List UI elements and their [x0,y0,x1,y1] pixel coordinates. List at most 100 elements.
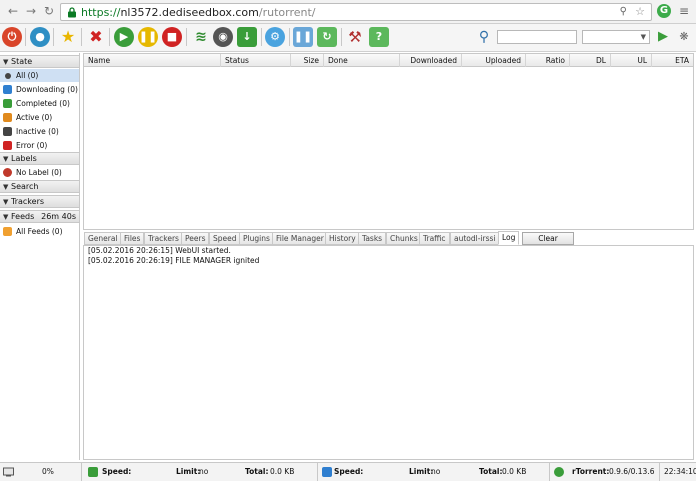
sidebar-item-error[interactable]: Error (0) [0,139,79,152]
feeds-header-label: Feeds [11,212,35,221]
loading-spinner-icon: ❋ [679,30,689,43]
tools-icon[interactable]: ⚒ [345,27,365,47]
rss-feed-icon [3,227,12,236]
sidebar-item-no-label[interactable]: No Label (0) [0,166,79,179]
download-limit-value[interactable]: no [199,463,208,481]
rtorrent-label: rTorrent: [572,467,610,476]
status-bar: 0% Speed: Limit: no Total: 0.0 KB Speed:… [0,462,696,481]
url-host: nl3572.dediseedbox.com [120,6,259,19]
category-header-trackers[interactable]: ▼ Trackers [0,195,79,208]
toolbar-separator [289,28,290,46]
reload-icon[interactable]: ↻ [42,4,56,18]
url-scheme: https:// [81,6,121,19]
sidebar-item-all[interactable]: All (0) [0,69,79,82]
sidebar-item-label: All (0) [16,71,39,80]
tab-chunks[interactable]: Chunks [386,232,422,245]
tab-autodl-irssi[interactable]: autodl-irssi [450,232,500,245]
trackers-header-label: Trackers [11,197,45,206]
clear-log-button[interactable]: Clear [522,232,574,245]
rss-icon[interactable]: ≋ [191,27,211,47]
search-filter-select[interactable]: ▼ [582,30,650,44]
no-label-icon [3,168,12,177]
collapse-triangle-icon: ▼ [3,213,9,221]
category-header-state[interactable]: ▼ State [0,55,79,68]
error-icon [3,141,12,150]
sidebar-item-label: All Feeds (0) [16,227,63,236]
column-header-eta[interactable]: ETA [652,54,693,67]
disk-percent: 0% [42,467,54,476]
log-line: [05.02.2016 20:26:19] FILE MANAGER ignit… [88,256,260,265]
sidebar-item-all-feeds[interactable]: All Feeds (0) [0,225,79,238]
rutorrent-toolbar: ⏻ ● ★ ✖ ▶ ❚❚ ■ ≋ ◉ ↓ ⚙ ❚❚ ↻ ⚒ ? ⚲ ▼ ▶ ❋ [0,24,696,52]
toolbar-separator [53,28,54,46]
back-arrow-icon[interactable]: ← [6,4,20,18]
tab-tasks[interactable]: Tasks [358,232,387,245]
download-total-value: 0.0 KB [270,467,295,476]
grammarly-extension-icon[interactable]: G [657,4,671,18]
tab-speed[interactable]: Speed [209,232,241,245]
start-play-icon[interactable]: ▶ [114,27,134,47]
forward-arrow-icon[interactable]: → [24,4,38,18]
sidebar-item-downloading[interactable]: Downloading (0) [0,83,79,96]
search-magnifier-icon[interactable]: ⚲ [474,27,494,47]
settings-gear-icon[interactable]: ⚙ [265,27,285,47]
sidebar-item-label: Error (0) [16,141,48,150]
sidebar-item-active[interactable]: Active (0) [0,111,79,124]
key-icon[interactable]: ⚲ [620,6,627,17]
globe-icon[interactable]: ● [30,27,50,47]
tab-plugins[interactable]: Plugins [239,232,274,245]
column-header-ul[interactable]: UL [611,54,652,67]
rtorrent-version: 0.9.6/0.13.6 [609,467,655,476]
tab-traffic[interactable]: Traffic [419,232,450,245]
toolbar-separator [109,28,110,46]
search-input[interactable] [497,30,577,44]
disk-drive-icon [3,467,14,477]
pause-all-icon[interactable]: ❚❚ [293,27,313,47]
table-header: Name Status Size Done Downloaded Uploade… [84,54,693,67]
collapse-triangle-icon: ▼ [3,198,9,206]
disk-status: 0% [0,463,82,481]
download-arrow-icon[interactable]: ↓ [237,27,257,47]
tab-files[interactable]: Files [120,232,145,245]
add-torrent-star-icon[interactable]: ★ [58,27,78,47]
log-line: [05.02.2016 20:26:15] WebUI started. [88,246,231,255]
disc-icon[interactable]: ◉ [213,27,233,47]
column-header-dl[interactable]: DL [570,54,611,67]
url-field[interactable]: https://nl3572.dediseedbox.com/rutorrent… [60,3,652,21]
remove-x-icon[interactable]: ✖ [86,27,106,47]
upload-status: Speed: Limit: no Total: 0.0 KB [318,463,550,481]
help-question-icon[interactable]: ? [369,27,389,47]
toolbar-separator [186,28,187,46]
column-header-uploaded[interactable]: Uploaded [462,54,526,67]
download-limit-label: Limit: [176,467,201,476]
refresh-icon[interactable]: ↻ [317,27,337,47]
browser-address-bar: ← → ↻ https://nl3572.dediseedbox.com/rut… [0,0,696,24]
tab-general[interactable]: General [84,232,122,245]
go-arrow-icon[interactable]: ▶ [653,27,673,47]
tab-trackers[interactable]: Trackers [144,232,183,245]
tab-history[interactable]: History [325,232,360,245]
tab-file-manager[interactable]: File Manager [272,232,328,245]
category-header-search[interactable]: ▼ Search [0,180,79,193]
column-header-done[interactable]: Done [324,54,400,67]
category-header-labels[interactable]: ▼ Labels [0,152,79,165]
stop-icon[interactable]: ■ [162,27,182,47]
completed-icon [3,99,12,108]
column-header-ratio[interactable]: Ratio [526,54,570,67]
column-header-size[interactable]: Size [291,54,324,67]
bookmark-star-icon[interactable]: ☆ [635,5,645,18]
detail-tabs: General Files Trackers Peers Speed Plugi… [83,231,694,245]
column-header-name[interactable]: Name [84,54,221,67]
tab-log[interactable]: Log [498,231,520,245]
rutorrent-logo-icon[interactable]: ⏻ [2,27,22,47]
sidebar-item-inactive[interactable]: Inactive (0) [0,125,79,138]
sidebar-item-completed[interactable]: Completed (0) [0,97,79,110]
column-header-status[interactable]: Status [221,54,291,67]
pause-icon[interactable]: ❚❚ [138,27,158,47]
column-header-downloaded[interactable]: Downloaded [400,54,462,67]
menu-icon[interactable]: ≡ [677,4,691,18]
category-sidebar: ▼ State All (0) Downloading (0) Completed… [0,53,80,460]
tab-peers[interactable]: Peers [181,232,210,245]
upload-limit-value[interactable]: no [431,463,440,481]
category-header-feeds[interactable]: ▼ Feeds 26m 40s [0,210,79,223]
